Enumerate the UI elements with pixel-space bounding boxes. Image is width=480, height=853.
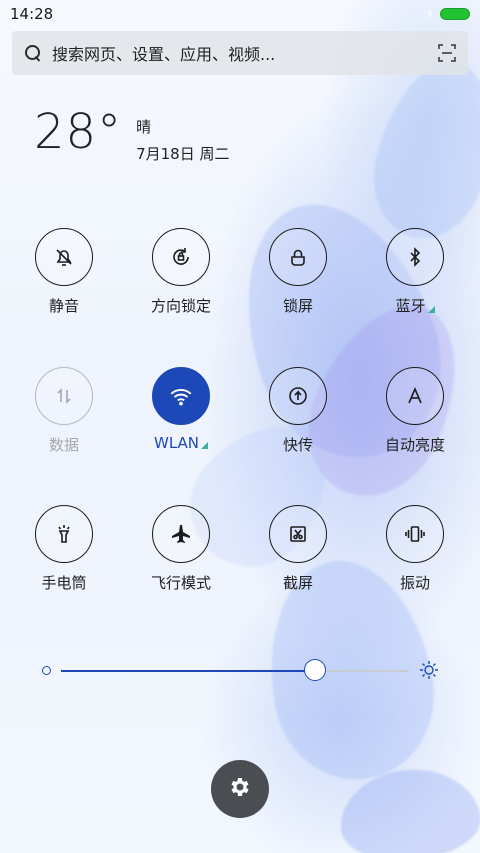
flashlight-icon [35, 505, 93, 563]
search-placeholder: 搜索网页、设置、应用、视频... [52, 45, 276, 64]
weather-condition: 晴 [136, 118, 152, 136]
search-bar[interactable]: 搜索网页、设置、应用、视频... [12, 31, 468, 75]
bluetooth-icon [386, 228, 444, 286]
search-icon [24, 44, 42, 62]
tile-label: 蓝牙 [395, 295, 435, 316]
brightness-slider[interactable] [40, 659, 440, 690]
tile-label: 振动 [399, 574, 430, 592]
status-bar: 14:28 ⚡ [0, 0, 480, 28]
slider-thumb[interactable] [304, 659, 326, 681]
tile-airplane[interactable]: 飞行模式 [131, 505, 231, 593]
settings-button[interactable] [211, 760, 269, 818]
tile-mute[interactable]: 静音 [14, 228, 114, 316]
tile-screenshot[interactable]: 截屏 [248, 505, 348, 593]
slider-track[interactable] [61, 659, 409, 681]
expand-indicator-icon [201, 442, 208, 449]
tile-label: 截屏 [282, 574, 313, 592]
tile-bluetooth[interactable]: 蓝牙 [365, 228, 465, 316]
tile-label: 快传 [282, 436, 313, 454]
tile-quick-share[interactable]: 快传 [248, 367, 348, 455]
status-time: 14:28 [10, 5, 54, 23]
vibrate-icon [386, 505, 444, 563]
battery-icon [440, 8, 470, 20]
wifi-icon [152, 367, 210, 425]
tile-vibrate[interactable]: 振动 [365, 505, 465, 593]
weather-date: 7月18日 周二 [136, 145, 230, 163]
gear-icon [228, 775, 252, 803]
brightness-low-icon [42, 666, 51, 675]
tile-wlan[interactable]: WLAN [131, 367, 231, 452]
lock-icon [269, 228, 327, 286]
temperature: 28° [34, 104, 123, 160]
tile-auto-brightness[interactable]: 自动亮度 [365, 367, 465, 455]
status-icons: ⚡ [426, 7, 470, 21]
brightness-high-icon [419, 660, 439, 680]
tile-lock-screen[interactable]: 锁屏 [248, 228, 348, 316]
tile-data[interactable]: 数据 [14, 367, 114, 455]
data-arrows-icon [35, 367, 93, 425]
charging-icon: ⚡ [425, 7, 434, 21]
upload-arrow-icon [269, 367, 327, 425]
scan-icon[interactable] [438, 44, 456, 62]
expand-indicator-icon [427, 306, 435, 313]
tile-label: 自动亮度 [384, 436, 445, 454]
tile-label: 方向锁定 [150, 297, 211, 315]
tile-label: 飞行模式 [150, 574, 211, 592]
tile-label: 数据 [48, 436, 79, 454]
weather-widget[interactable]: 28° 晴 7月18日 周二 [34, 108, 229, 164]
tile-label: WLAN [154, 434, 208, 452]
airplane-icon [152, 505, 210, 563]
tile-flashlight[interactable]: 手电筒 [14, 505, 114, 593]
tile-label: 静音 [48, 297, 79, 315]
scissors-icon [269, 505, 327, 563]
tile-label: 锁屏 [282, 297, 313, 315]
bell-off-icon [35, 228, 93, 286]
auto-brightness-icon [386, 367, 444, 425]
rotation-lock-icon [152, 228, 210, 286]
slider-fill [61, 670, 315, 672]
tile-rotation-lock[interactable]: 方向锁定 [131, 228, 231, 316]
tile-label: 手电筒 [41, 574, 87, 592]
